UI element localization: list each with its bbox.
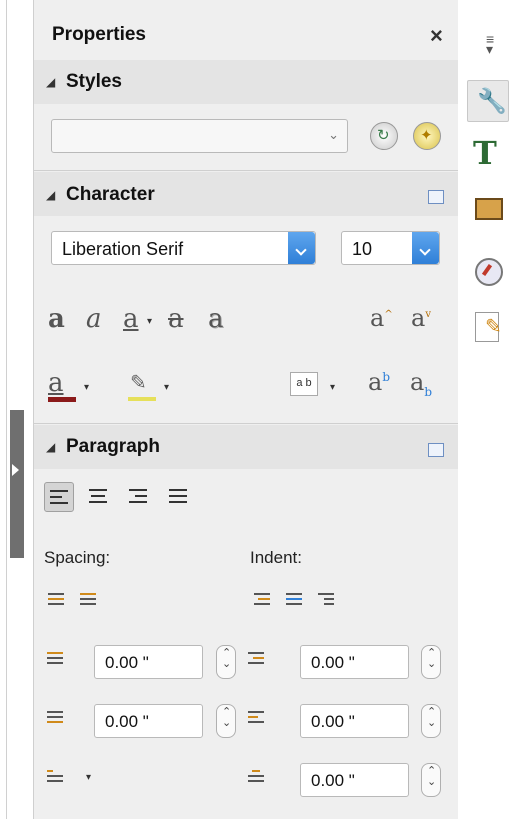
collapse-triangle-icon[interactable]: ◢: [46, 75, 55, 89]
chevron-down-icon[interactable]: ▾: [84, 382, 89, 393]
collapse-triangle-icon[interactable]: ◢: [46, 440, 55, 454]
styles-section-title: Styles: [66, 71, 122, 92]
highlight-swatch: [128, 397, 156, 401]
increase-size-icon[interactable]: a^: [370, 304, 393, 332]
paragraph-section-title: Paragraph: [66, 436, 160, 457]
underline-icon[interactable]: a: [123, 304, 139, 334]
spacing-label: Spacing:: [44, 548, 111, 567]
panel-title: Properties: [52, 24, 146, 45]
below-spacing-field[interactable]: 0.00 ": [94, 704, 203, 738]
character-spacing-icon[interactable]: a b: [290, 372, 318, 396]
font-name-combo[interactable]: Liberation Serif: [51, 231, 316, 265]
chevron-down-icon[interactable]: ▾: [147, 316, 152, 327]
first-line-indent-stepper[interactable]: [421, 763, 441, 797]
indent-label: Indent:: [250, 548, 302, 567]
properties-icon[interactable]: 🔧: [467, 80, 509, 122]
styles-icon[interactable]: T: [467, 134, 509, 176]
decrease-indent-icon[interactable]: [286, 593, 302, 611]
update-style-icon[interactable]: ↻: [370, 122, 398, 150]
paragraph-style-combo[interactable]: ⌄: [51, 119, 348, 153]
highlight-color-icon[interactable]: ✎: [130, 370, 147, 395]
decrease-spacing-icon[interactable]: [80, 593, 96, 611]
first-line-indent-field[interactable]: 0.00 ": [300, 763, 409, 797]
decrease-size-icon[interactable]: av: [411, 304, 431, 332]
font-color-icon[interactable]: a: [48, 368, 64, 398]
more-options-icon[interactable]: [428, 190, 444, 204]
above-spacing-stepper[interactable]: [216, 645, 236, 679]
before-indent-stepper[interactable]: [421, 645, 441, 679]
bold-icon[interactable]: a: [48, 304, 65, 334]
before-indent-field[interactable]: 0.00 ": [300, 645, 409, 679]
shadow-icon[interactable]: a: [208, 304, 224, 334]
line-spacing-icon[interactable]: [47, 770, 63, 788]
above-spacing-field[interactable]: 0.00 ": [94, 645, 203, 679]
chevron-down-icon: ⌄: [328, 127, 339, 142]
navigator-icon[interactable]: [467, 252, 509, 294]
section-divider: [34, 170, 458, 171]
manage-changes-icon[interactable]: ✎: [467, 306, 509, 348]
first-line-indent-icon: [248, 770, 264, 788]
italic-icon[interactable]: a: [86, 304, 102, 334]
align-left-icon[interactable]: [44, 482, 74, 512]
chevron-down-icon[interactable]: ▾: [330, 382, 335, 393]
increase-indent-icon[interactable]: [254, 593, 270, 611]
close-panel-button[interactable]: ×: [430, 25, 443, 47]
character-section-title: Character: [66, 184, 155, 205]
after-indent-stepper[interactable]: [421, 704, 441, 738]
hanging-indent-icon[interactable]: [318, 593, 334, 611]
font-color-swatch: [48, 397, 76, 402]
font-size-combo[interactable]: 10: [341, 231, 440, 265]
collapse-triangle-icon[interactable]: ◢: [46, 188, 55, 202]
subscript-icon[interactable]: ab: [410, 368, 432, 399]
strikethrough-icon[interactable]: a: [168, 304, 184, 334]
collapse-arrow-icon: [12, 464, 19, 476]
superscript-icon[interactable]: ab: [368, 368, 390, 396]
below-spacing-icon: [47, 711, 63, 729]
chevron-down-icon[interactable]: ▾: [86, 772, 91, 783]
new-style-icon[interactable]: ✦: [413, 122, 441, 150]
chevron-down-icon[interactable]: [288, 232, 315, 264]
after-indent-field[interactable]: 0.00 ": [300, 704, 409, 738]
increase-spacing-icon[interactable]: [48, 593, 64, 611]
align-right-icon[interactable]: [124, 482, 154, 512]
chevron-down-icon[interactable]: ▾: [164, 382, 169, 393]
menu-icon[interactable]: ≡ ▾: [486, 32, 494, 56]
section-divider: [34, 423, 458, 424]
chevron-down-icon[interactable]: [412, 232, 439, 264]
above-spacing-icon: [47, 652, 63, 670]
sidebar-collapse-handle[interactable]: [10, 410, 24, 558]
sidebar-tab-bar: [458, 0, 519, 819]
align-center-icon[interactable]: [84, 482, 114, 512]
after-indent-icon: [248, 711, 264, 729]
left-border: [6, 0, 7, 819]
justify-icon[interactable]: [164, 482, 194, 512]
more-options-icon[interactable]: [428, 443, 444, 457]
gallery-icon[interactable]: [467, 188, 509, 230]
before-indent-icon: [248, 652, 264, 670]
below-spacing-stepper[interactable]: [216, 704, 236, 738]
